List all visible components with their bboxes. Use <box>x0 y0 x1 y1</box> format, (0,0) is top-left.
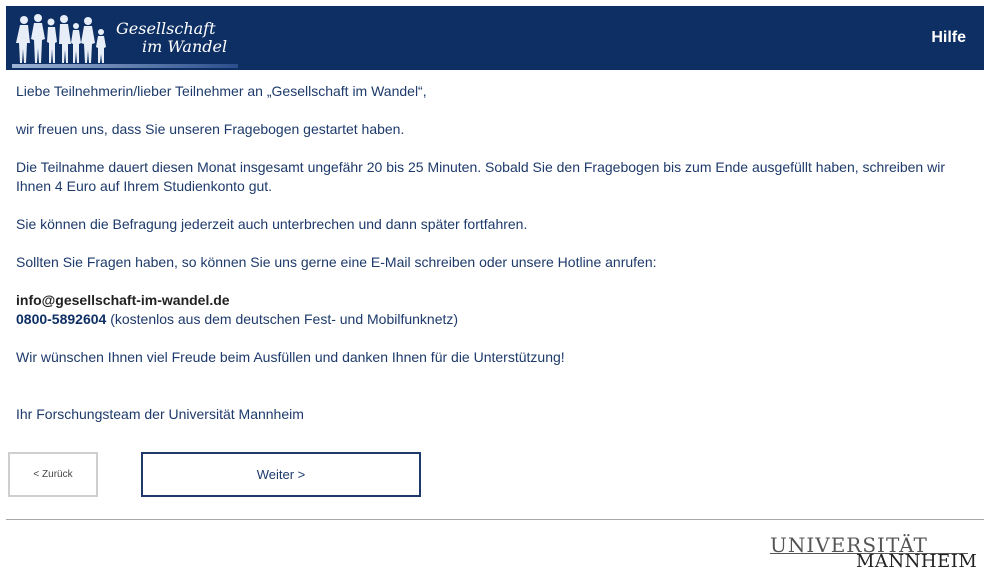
help-link[interactable]: Hilfe <box>931 29 966 47</box>
contact-hotline: 0800-5892604 (kostenlos aus dem deutsche… <box>16 310 458 329</box>
back-button[interactable]: < Zurück <box>8 452 98 497</box>
paragraph-thanks: Wir wünschen Ihnen viel Freude beim Ausf… <box>16 349 565 365</box>
universitaet-mannheim-logo: UNIVERSITÄT MANNHEIM <box>768 534 977 572</box>
signature-text: Ihr Forschungsteam der Universität Mannh… <box>16 406 304 422</box>
logo-text-line2: im Wandel <box>142 37 228 56</box>
hotline-note: (kostenlos aus dem deutschen Fest- und M… <box>106 311 459 327</box>
gesellschaft-im-wandel-logo: Gesellschaft im Wandel <box>6 6 246 70</box>
logo-underline <box>12 64 238 68</box>
greeting-text: Liebe Teilnehmerin/lieber Teilnehmer an … <box>16 83 427 99</box>
header-bar: Gesellschaft im Wandel Hilfe <box>6 6 984 70</box>
paragraph-started: wir freuen uns, dass Sie unseren Fragebo… <box>16 121 405 137</box>
next-button[interactable]: Weiter > <box>141 452 421 497</box>
logo-text-line1: Gesellschaft <box>116 19 216 38</box>
uni-logo-line2: MANNHEIM <box>856 551 978 572</box>
hotline-number[interactable]: 0800-5892604 <box>16 311 106 327</box>
people-silhouette-icon <box>16 14 106 63</box>
paragraph-pause: Sie können die Befragung jederzeit auch … <box>16 216 528 232</box>
footer-divider <box>6 519 984 520</box>
paragraph-duration: Die Teilnahme dauert diesen Monat insges… <box>16 159 945 194</box>
paragraph-questions: Sollten Sie Fragen haben, so können Sie … <box>16 254 657 270</box>
contact-email[interactable]: info@gesellschaft-im-wandel.de <box>16 291 230 310</box>
